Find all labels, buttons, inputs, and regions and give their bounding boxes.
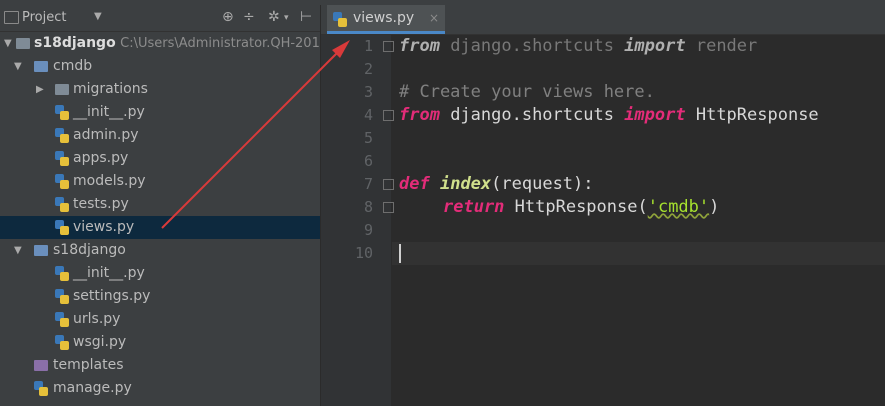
editor-tab-bar: views.py × <box>321 5 885 35</box>
hide-panel-icon[interactable]: ⊢ <box>300 9 312 25</box>
project-icon <box>4 11 19 24</box>
folder-icon <box>34 245 48 256</box>
tree-item-label: templates <box>53 357 124 373</box>
tree-row-file[interactable]: apps.py <box>0 147 320 170</box>
python-file-icon <box>55 220 69 235</box>
fold-marker-icon[interactable] <box>383 202 394 213</box>
tree-item-label: migrations <box>73 81 148 97</box>
expand-arrow-icon[interactable]: ▼ <box>14 55 22 78</box>
folder-icon <box>34 360 48 371</box>
gear-icon[interactable]: ✲ <box>268 9 280 25</box>
tree-item-label: models.py <box>73 173 146 189</box>
close-icon[interactable]: × <box>429 5 439 32</box>
line-number: 4 <box>363 106 373 124</box>
python-file-icon <box>55 335 69 350</box>
python-file-icon <box>55 266 69 281</box>
line-number: 5 <box>363 129 373 147</box>
collapse-all-icon[interactable]: ÷ <box>243 9 255 25</box>
code-line-7: def index(request): <box>399 174 594 194</box>
folder-icon <box>34 61 48 72</box>
tree-item-label: __init__.py <box>73 104 145 120</box>
project-panel: Project ▼ ⊕ ÷ ✲ ▾ ⊢ ▼ s18django C:\Users… <box>0 5 321 406</box>
python-file-icon <box>55 151 69 166</box>
tab-views-py[interactable]: views.py × <box>327 5 445 34</box>
chevron-down-icon[interactable]: ▼ <box>94 11 102 22</box>
line-number: 7 <box>363 175 373 193</box>
tree-item-label: views.py <box>73 219 135 235</box>
python-file-icon <box>55 312 69 327</box>
tree-row-file[interactable]: wsgi.py <box>0 331 320 354</box>
folder-icon <box>55 84 69 95</box>
folder-icon <box>16 38 30 49</box>
tree-row-file[interactable]: tests.py <box>0 193 320 216</box>
expand-arrow-icon[interactable]: ▼ <box>14 239 22 262</box>
code-line-4: from django.shortcuts import HttpRespons… <box>399 105 819 125</box>
code-editor[interactable]: from django.shortcuts import render # Cr… <box>399 35 885 406</box>
tree-item-label: manage.py <box>53 380 132 396</box>
tree-row-file[interactable]: __init__.py <box>0 101 320 124</box>
tree-row-file[interactable]: manage.py <box>0 377 320 400</box>
python-file-icon <box>34 381 48 396</box>
tree-item-label: settings.py <box>73 288 151 304</box>
tree-row-file[interactable]: models.py <box>0 170 320 193</box>
tree-item-label: s18django <box>53 242 126 258</box>
code-line-3-comment: # Create your views here. <box>399 82 655 102</box>
tree-row-file[interactable]: settings.py <box>0 285 320 308</box>
tree-row-migrations[interactable]: ▶ migrations <box>0 78 320 101</box>
tree-row-cmdb[interactable]: ▼ cmdb <box>0 55 320 78</box>
line-number: 1 <box>363 37 373 55</box>
fold-marker-icon[interactable] <box>383 110 394 121</box>
tree-row-package[interactable]: ▼ s18django <box>0 239 320 262</box>
tree-item-label: s18django <box>34 35 116 51</box>
python-file-icon <box>55 197 69 212</box>
tree-row-file-selected[interactable]: views.py <box>0 216 320 239</box>
code-line-8: return HttpResponse('cmdb') <box>443 197 720 217</box>
tree-item-label: tests.py <box>73 196 129 212</box>
tree-item-label: __init__.py <box>73 265 145 281</box>
collapsed-arrow-icon[interactable]: ▶ <box>36 78 44 101</box>
tree-item-label: cmdb <box>53 58 93 74</box>
tree-item-label: admin.py <box>73 127 139 143</box>
tree-item-label: wsgi.py <box>73 334 127 350</box>
tree-row-file[interactable]: urls.py <box>0 308 320 331</box>
tab-label: views.py <box>353 10 415 26</box>
python-file-icon <box>55 174 69 189</box>
tree-item-label: urls.py <box>73 311 121 327</box>
project-panel-header: Project ▼ ⊕ ÷ ✲ ▾ ⊢ <box>0 5 320 32</box>
tree-item-label: apps.py <box>73 150 129 166</box>
line-number: 9 <box>363 221 373 239</box>
tree-row-templates[interactable]: templates <box>0 354 320 377</box>
tree-row-root[interactable]: ▼ s18django C:\Users\Administrator.QH-20… <box>0 32 320 55</box>
fold-marker-icon[interactable] <box>383 41 394 52</box>
project-panel-title[interactable]: Project <box>22 10 66 25</box>
tree-item-path: C:\Users\Administrator.QH-201 <box>120 36 320 51</box>
line-number: 8 <box>363 198 373 216</box>
expand-arrow-icon[interactable]: ▼ <box>4 32 12 55</box>
python-file-icon <box>55 105 69 120</box>
gear-dropdown-icon[interactable]: ▾ <box>284 13 289 23</box>
line-number: 10 <box>354 244 373 262</box>
code-line-1: from django.shortcuts import render <box>399 36 758 56</box>
scroll-from-source-icon[interactable]: ⊕ <box>222 9 234 25</box>
tree-row-file[interactable]: admin.py <box>0 124 320 147</box>
tree-row-file[interactable]: __init__.py <box>0 262 320 285</box>
fold-marker-icon[interactable] <box>383 179 394 190</box>
line-number: 6 <box>363 152 373 170</box>
line-number: 3 <box>363 83 373 101</box>
python-file-icon <box>55 289 69 304</box>
python-file-icon <box>55 128 69 143</box>
text-caret <box>399 244 401 263</box>
python-file-icon <box>333 12 347 27</box>
line-number-gutter: 1 2 3 4 5 6 7 8 9 10 <box>321 35 391 406</box>
line-number: 2 <box>363 60 373 78</box>
